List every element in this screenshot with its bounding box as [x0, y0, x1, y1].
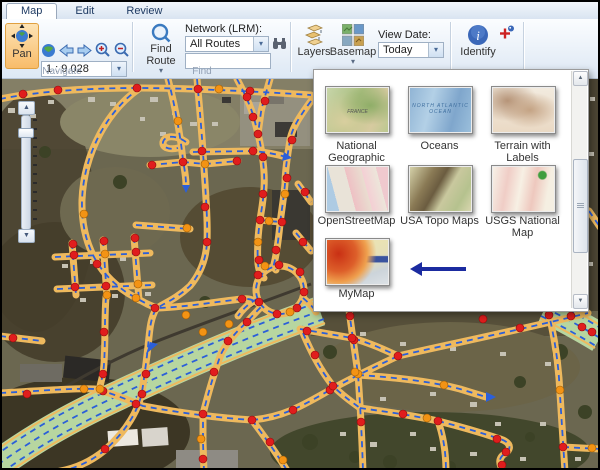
- group-separator: [523, 22, 525, 72]
- binoculars-icon[interactable]: [272, 36, 287, 51]
- pan-icon: [11, 24, 33, 48]
- navigate-group-label: Navigate: [22, 66, 102, 77]
- app-window: ▲ ▼ Map Edit Review Pan: [0, 0, 600, 470]
- scroll-down-icon[interactable]: ▼: [573, 294, 588, 309]
- tab-edit[interactable]: Edit: [61, 4, 108, 19]
- zoom-out-button[interactable]: ▼: [18, 229, 35, 243]
- layers-button[interactable]: Layers: [295, 23, 333, 73]
- network-value: All Routes: [186, 38, 253, 50]
- group-separator: [450, 22, 452, 72]
- basemap-item-label[interactable]: MyMap: [314, 288, 399, 300]
- svg-text:i: i: [476, 28, 480, 43]
- tab-review[interactable]: Review: [112, 4, 176, 19]
- basemap-item-usgs-national-map[interactable]: [491, 165, 556, 213]
- basemap-item-label[interactable]: USA Topo Maps: [397, 215, 482, 227]
- thumb-text: NORTH ATLANTIC OCEAN: [409, 103, 472, 115]
- app-content: ▲ ▼ Map Edit Review Pan: [2, 2, 598, 468]
- basemap-item-label[interactable]: Oceans: [397, 140, 482, 152]
- find-route-label-1: Find: [150, 44, 171, 55]
- zoom-in-button[interactable]: ▲: [18, 101, 35, 115]
- basemap-gallery-panel: FRANCE National Geographic NORTH ATLANTI…: [313, 69, 589, 312]
- pan-label: Pan: [12, 49, 32, 60]
- view-date-combo[interactable]: Today ▾: [378, 42, 444, 58]
- basemap-item-mymap[interactable]: [325, 238, 390, 286]
- identify-button[interactable]: i Identify: [457, 23, 499, 73]
- scroll-up-icon[interactable]: ▲: [573, 71, 588, 86]
- basemap-item-label[interactable]: OpenStreetMap: [314, 215, 399, 227]
- basemap-item-usa-topo-maps[interactable]: [408, 165, 473, 213]
- annotation-arrow: [410, 262, 466, 276]
- basemap-item-openstreetmap[interactable]: [325, 165, 390, 213]
- basemap-item-label[interactable]: USGS National Map: [480, 215, 565, 239]
- basemap-dropdown-icon: ▾: [351, 58, 355, 65]
- network-lrm-label: Network (LRM):: [185, 23, 262, 35]
- pan-button[interactable]: Pan: [5, 23, 39, 69]
- network-combo[interactable]: All Routes ▾: [185, 36, 269, 52]
- next-extent-icon[interactable]: [77, 43, 92, 58]
- view-date-value: Today: [379, 44, 428, 56]
- tab-map[interactable]: Map: [6, 3, 57, 19]
- basemap-item-national-geographic[interactable]: FRANCE: [325, 86, 390, 134]
- group-separator: [132, 22, 134, 72]
- basemap-item-oceans[interactable]: NORTH ATLANTIC OCEAN: [408, 86, 473, 134]
- scrollbar-thumb[interactable]: [573, 159, 588, 253]
- layers-label: Layers: [297, 47, 330, 58]
- map-scale-dropdown-icon[interactable]: ▾: [111, 62, 126, 76]
- ribbon-tab-bar: Map Edit Review: [2, 2, 598, 20]
- full-extent-icon[interactable]: [41, 43, 56, 58]
- basemap-icon: [342, 24, 364, 46]
- group-separator: [290, 22, 292, 72]
- identify-label: Identify: [460, 47, 495, 58]
- layers-icon: [302, 24, 326, 46]
- zoom-out-tool-icon[interactable]: [114, 42, 129, 57]
- basemap-item-terrain-with-labels[interactable]: [491, 86, 556, 134]
- network-dropdown-icon[interactable]: ▾: [253, 37, 268, 51]
- gallery-scrollbar[interactable]: ▲ ▼: [571, 71, 587, 308]
- basemap-item-label[interactable]: National Geographic: [314, 140, 399, 164]
- view-date-label: View Date:: [378, 29, 431, 41]
- view-date-dropdown-icon[interactable]: ▾: [428, 43, 443, 57]
- find-group-label: Find: [162, 66, 242, 77]
- thumb-text: FRANCE: [326, 109, 389, 115]
- identify-icon: i: [467, 24, 489, 46]
- add-identify-point-icon[interactable]: [498, 25, 515, 42]
- previous-extent-icon[interactable]: [59, 43, 74, 58]
- find-route-icon: [151, 23, 171, 43]
- zoom-in-tool-icon[interactable]: [95, 42, 110, 57]
- zoom-slider-thumb[interactable]: [18, 128, 34, 138]
- basemap-item-label[interactable]: Terrain with Labels: [480, 140, 565, 164]
